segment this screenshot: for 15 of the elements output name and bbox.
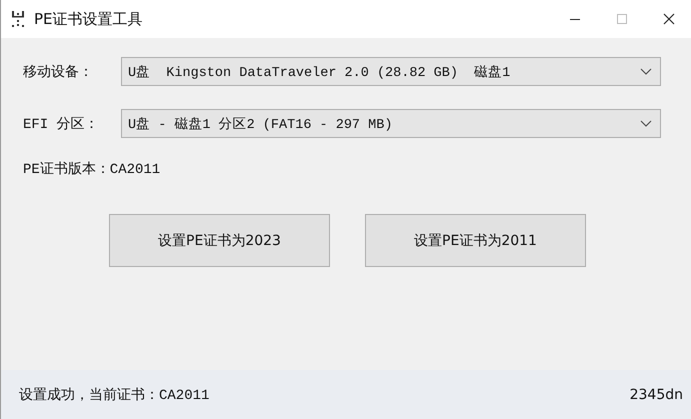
status-message: 设置成功，当前证书：CA2011 (19, 386, 210, 404)
app-icon (11, 10, 25, 28)
chevron-icon (640, 68, 652, 76)
version-label: PE证书版本：CA2011 (23, 160, 162, 178)
chevron-icon (640, 120, 652, 128)
field-label: 移动设备： (23, 64, 94, 80)
dropdown[interactable]: U盘 Kingston DataTraveler 2.0 (28.82 GB) 磁盘1 (121, 57, 661, 86)
close-icon (662, 13, 674, 25)
set-certificate-button[interactable]: 设置PE证书为2023 (109, 214, 330, 267)
dropdown[interactable]: U盘 - 磁盘1 分区2 (FAT16 - 297 MB) (121, 109, 661, 138)
set-certificate-button[interactable]: 设置PE证书为2011 (365, 214, 586, 267)
brand-label: 2345dn (630, 386, 683, 402)
window-title: PE证书设置工具 (34, 10, 144, 28)
maximize-icon (616, 13, 628, 25)
field-label: EFI 分区： (23, 116, 100, 132)
